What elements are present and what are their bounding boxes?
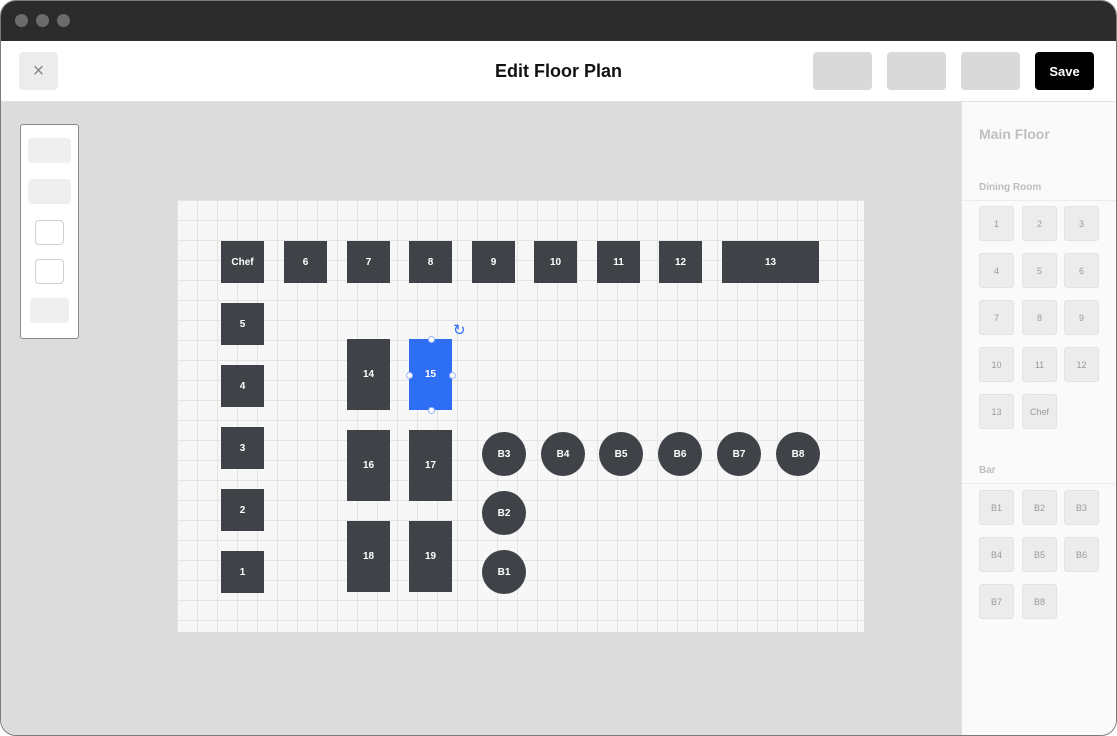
tool-rectangle-table[interactable] — [28, 138, 71, 163]
table-chef[interactable]: Chef — [221, 241, 264, 283]
resize-handle-right[interactable] — [449, 372, 456, 379]
table-4[interactable]: 4 — [221, 365, 264, 407]
table-5[interactable]: 5 — [221, 303, 264, 345]
bar-seat-b4[interactable]: B4 — [541, 432, 585, 476]
section-label-bar: Bar — [979, 465, 996, 476]
tool-palette — [20, 124, 79, 339]
tile-b2[interactable]: B2 — [1022, 490, 1057, 525]
tile-b4[interactable]: B4 — [979, 537, 1014, 572]
page-title: Edit Floor Plan — [494, 61, 622, 81]
toolbar-button-1[interactable] — [813, 52, 872, 90]
tile-b5[interactable]: B5 — [1022, 537, 1057, 572]
table-16[interactable]: 16 — [347, 430, 390, 501]
app-window: × Edit Floor Plan Save Chef 6 7 8 9 10 1… — [0, 0, 1117, 736]
canvas-area: Chef 6 7 8 9 10 11 12 13 5 4 3 2 1 14 15… — [1, 102, 961, 735]
window-titlebar — [1, 1, 1116, 41]
save-button[interactable]: Save — [1035, 52, 1094, 90]
tile-4[interactable]: 4 — [979, 253, 1014, 288]
table-11[interactable]: 11 — [597, 241, 640, 283]
tile-6[interactable]: 6 — [1064, 253, 1099, 288]
table-15-selected[interactable]: 15 — [409, 339, 452, 410]
tile-9[interactable]: 9 — [1064, 300, 1099, 335]
tool-wide-table[interactable] — [28, 179, 71, 204]
tile-chef[interactable]: Chef — [1022, 394, 1057, 429]
tile-5[interactable]: 5 — [1022, 253, 1057, 288]
tile-13[interactable]: 13 — [979, 394, 1014, 429]
tool-wall[interactable] — [30, 298, 69, 323]
section-label-dining-room: Dining Room — [979, 182, 1042, 193]
tile-2[interactable]: 2 — [1022, 206, 1057, 241]
tile-8[interactable]: 8 — [1022, 300, 1057, 335]
window-maximize-dot[interactable] — [57, 14, 70, 27]
bar-seat-b6[interactable]: B6 — [658, 432, 702, 476]
table-8[interactable]: 8 — [409, 241, 452, 283]
tool-square-table[interactable] — [35, 220, 64, 245]
tile-7[interactable]: 7 — [979, 300, 1014, 335]
table-14[interactable]: 14 — [347, 339, 390, 410]
table-10[interactable]: 10 — [534, 241, 577, 283]
tile-b1[interactable]: B1 — [979, 490, 1014, 525]
table-3[interactable]: 3 — [221, 427, 264, 469]
table-9[interactable]: 9 — [472, 241, 515, 283]
resize-handle-top[interactable] — [428, 336, 435, 343]
table-2[interactable]: 2 — [221, 489, 264, 531]
window-close-dot[interactable] — [15, 14, 28, 27]
tool-small-square-table[interactable] — [35, 259, 64, 284]
table-19[interactable]: 19 — [409, 521, 452, 592]
resize-handle-bottom[interactable] — [428, 407, 435, 414]
bar-seat-b5[interactable]: B5 — [599, 432, 643, 476]
bar-seat-b3[interactable]: B3 — [482, 432, 526, 476]
tile-3[interactable]: 3 — [1064, 206, 1099, 241]
bar-seat-b8[interactable]: B8 — [776, 432, 820, 476]
tile-11[interactable]: 11 — [1022, 347, 1057, 382]
tile-12[interactable]: 12 — [1064, 347, 1099, 382]
side-panel: Main Floor Dining Room 1 2 3 4 5 6 7 8 9… — [961, 102, 1116, 735]
panel-title: Main Floor — [979, 126, 1050, 142]
tile-b8[interactable]: B8 — [1022, 584, 1057, 619]
tile-b6[interactable]: B6 — [1064, 537, 1099, 572]
rotate-icon[interactable]: ↻ — [453, 323, 466, 338]
table-1[interactable]: 1 — [221, 551, 264, 593]
tile-b3[interactable]: B3 — [1064, 490, 1099, 525]
table-13[interactable]: 13 — [722, 241, 819, 283]
section-divider — [962, 200, 1116, 201]
bar-seat-b1[interactable]: B1 — [482, 550, 526, 594]
tile-1[interactable]: 1 — [979, 206, 1014, 241]
table-7[interactable]: 7 — [347, 241, 390, 283]
tile-10[interactable]: 10 — [979, 347, 1014, 382]
tile-b7[interactable]: B7 — [979, 584, 1014, 619]
window-minimize-dot[interactable] — [36, 14, 49, 27]
section-divider — [962, 483, 1116, 484]
toolbar-button-2[interactable] — [887, 52, 946, 90]
editor-header: × Edit Floor Plan Save — [1, 41, 1116, 102]
table-6[interactable]: 6 — [284, 241, 327, 283]
table-18[interactable]: 18 — [347, 521, 390, 592]
floor-plan-canvas[interactable]: Chef 6 7 8 9 10 11 12 13 5 4 3 2 1 14 15… — [177, 200, 864, 632]
bar-seat-b2[interactable]: B2 — [482, 491, 526, 535]
bar-seat-b7[interactable]: B7 — [717, 432, 761, 476]
table-17[interactable]: 17 — [409, 430, 452, 501]
resize-handle-left[interactable] — [406, 372, 413, 379]
table-12[interactable]: 12 — [659, 241, 702, 283]
toolbar-button-3[interactable] — [961, 52, 1020, 90]
